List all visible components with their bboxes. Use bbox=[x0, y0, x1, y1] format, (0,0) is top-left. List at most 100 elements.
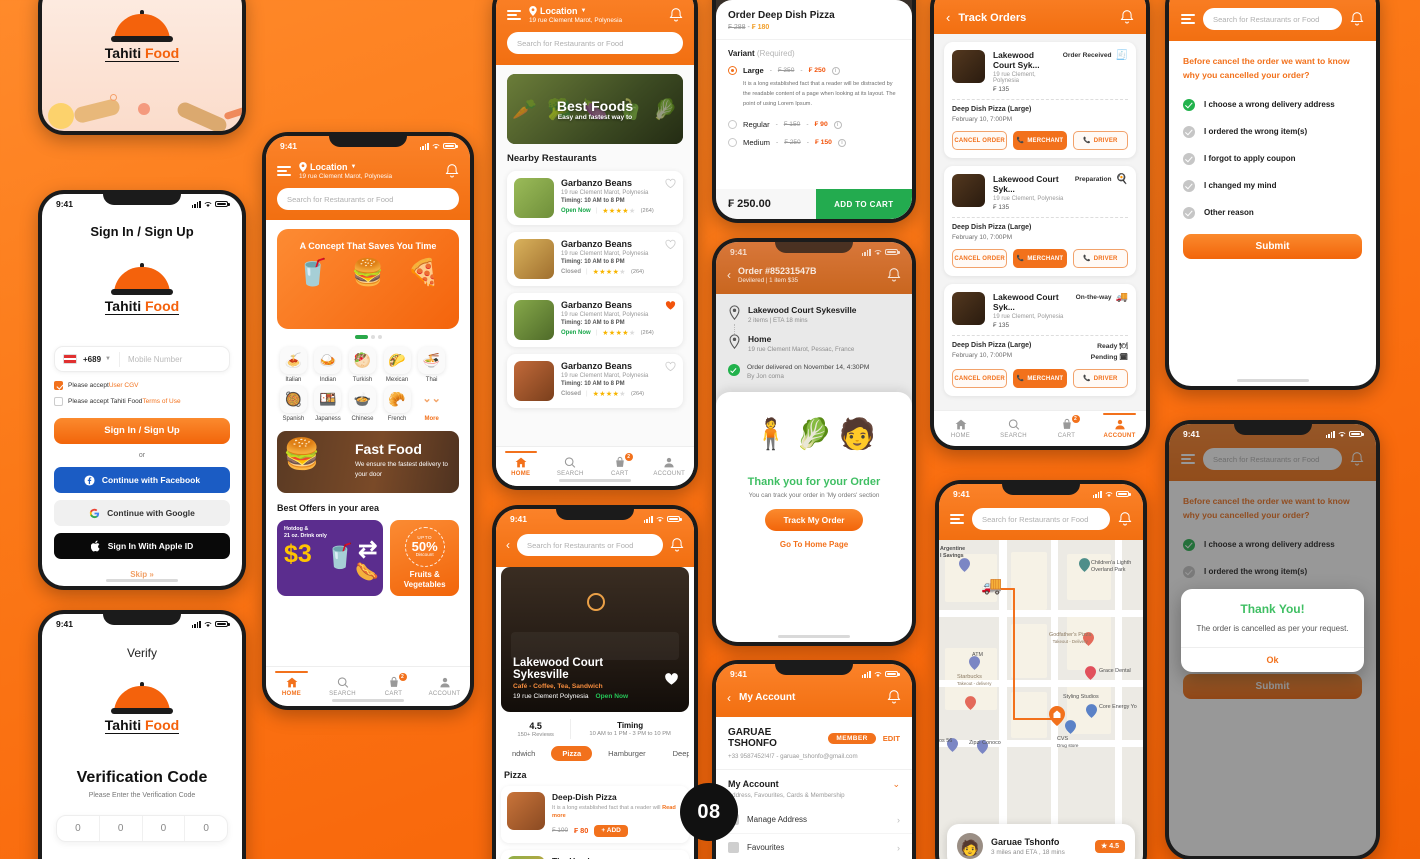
terms-link[interactable]: Terms of Use bbox=[142, 398, 180, 405]
row-favourites[interactable]: Favourites › bbox=[716, 834, 912, 859]
reason-changed-mind[interactable]: I changed my mind bbox=[1183, 179, 1362, 192]
bell-icon[interactable] bbox=[1118, 511, 1132, 527]
category-spanish[interactable]: 🥘 Spanish bbox=[277, 386, 310, 422]
otp-digit-4[interactable]: 0 bbox=[185, 816, 227, 841]
nav-search[interactable]: SEARCH bbox=[546, 456, 596, 477]
user-cgv-link[interactable]: User CGV bbox=[109, 382, 139, 389]
search-input[interactable]: Search for Restaurants or Food bbox=[1203, 8, 1342, 30]
cancel-order-button[interactable]: CANCEL ORDER bbox=[952, 369, 1008, 388]
bell-icon[interactable] bbox=[670, 537, 684, 553]
nav-home[interactable]: HOME bbox=[266, 671, 317, 697]
merchant-button[interactable]: 📞 MERCHANT bbox=[1013, 369, 1067, 388]
otp-digit-2[interactable]: 0 bbox=[100, 816, 143, 841]
google-button[interactable]: Continue with Google bbox=[54, 500, 230, 526]
nav-cart[interactable]: 2 CART bbox=[1040, 415, 1093, 439]
otp-input-group[interactable]: 0 0 0 0 bbox=[56, 815, 228, 842]
reason-other[interactable]: Other reason bbox=[1183, 206, 1362, 219]
chip-hamburger[interactable]: Hamburger bbox=[597, 746, 657, 761]
bell-icon[interactable] bbox=[669, 7, 683, 23]
track-order-button[interactable]: Track My Order bbox=[765, 509, 863, 531]
ok-button[interactable]: Ok bbox=[1181, 647, 1364, 672]
submit-button[interactable]: Submit bbox=[1183, 233, 1362, 259]
category-thai[interactable]: 🍜 Thai bbox=[415, 347, 448, 383]
order-card[interactable]: Lakewood Court Syk... 19 rue Clement, Po… bbox=[944, 284, 1136, 396]
location-label[interactable]: Location bbox=[540, 6, 578, 16]
reason-forgot-coupon[interactable]: I forgot to apply coupon bbox=[1183, 152, 1362, 165]
home-page-link[interactable]: Go To Home Page bbox=[728, 540, 900, 549]
search-input[interactable]: Search for Restaurants or Food bbox=[972, 508, 1110, 530]
favorite-icon[interactable] bbox=[665, 178, 676, 189]
favorite-icon[interactable] bbox=[665, 300, 676, 311]
back-icon[interactable]: ‹ bbox=[727, 269, 731, 281]
radio-large[interactable] bbox=[728, 66, 737, 75]
nav-home[interactable]: HOME bbox=[934, 418, 987, 439]
nav-cart[interactable]: 2 CART bbox=[368, 673, 419, 697]
restaurant-card[interactable]: Garbanzo Beans 19 rue Clement Marot, Pol… bbox=[507, 232, 683, 286]
offer-card-fruits[interactable]: UPTO 50% Discount Fruits & Vegetables bbox=[390, 520, 459, 596]
check-icon[interactable] bbox=[1183, 152, 1195, 165]
chip-deep-dish-pizza[interactable]: Deep-Dish Pizza bbox=[662, 746, 689, 761]
category-italian[interactable]: 🍝 Italian bbox=[277, 347, 310, 383]
search-input[interactable]: Search for Restaurants or Food bbox=[277, 188, 459, 210]
home-banner[interactable]: A Concept That Saves You Time 🥤 🍔 🍕 bbox=[277, 229, 459, 329]
category-french[interactable]: 🥐 French bbox=[381, 386, 414, 422]
consent-row-2[interactable]: Please accept Tahiti Food Terms of Use bbox=[54, 397, 230, 406]
reason-wrong-address[interactable]: I choose a wrong delivery address bbox=[1183, 98, 1362, 111]
nav-home[interactable]: HOME bbox=[496, 451, 546, 477]
category-mexican[interactable]: 🌮 Mexican bbox=[381, 347, 414, 383]
nav-account[interactable]: ACCOUNT bbox=[1093, 413, 1146, 439]
chevron-down-icon[interactable]: ▼ bbox=[105, 356, 111, 362]
menu-icon[interactable] bbox=[950, 513, 964, 525]
driver-card[interactable]: 🧑 Garuae Tshonfo 3 miles and ETA , 18 mi… bbox=[947, 824, 1135, 859]
restaurant-card[interactable]: Garbanzo Beans 19 rue Clement Marot, Pol… bbox=[507, 354, 683, 408]
category-turkish[interactable]: 🥙 Turkish bbox=[346, 347, 379, 383]
row-manage-address[interactable]: Manage Address › bbox=[716, 806, 912, 834]
category-indian[interactable]: 🍛 Indian bbox=[312, 347, 345, 383]
mobile-number-input[interactable]: Mobile Number bbox=[128, 355, 182, 364]
check-icon[interactable] bbox=[1183, 125, 1195, 138]
bell-icon[interactable] bbox=[445, 163, 459, 179]
chevron-down-icon[interactable]: ▼ bbox=[351, 164, 357, 170]
bell-icon[interactable] bbox=[1120, 10, 1134, 25]
restaurant-card[interactable]: Garbanzo Beans 19 rue Clement Marot, Pol… bbox=[507, 171, 683, 225]
carousel-dots[interactable] bbox=[277, 335, 459, 339]
offer-card-hotdog[interactable]: Hotdog & 21 oz. Drink only $3 🥤 🌭 ⇄ bbox=[277, 520, 384, 596]
menu-icon[interactable] bbox=[507, 9, 521, 21]
radio-medium[interactable] bbox=[728, 138, 737, 148]
account-section[interactable]: My Account Address, Favourites, Cards & … bbox=[716, 770, 912, 806]
category-japaness[interactable]: 🍱 Japaness bbox=[312, 386, 345, 422]
apple-button[interactable]: Sign In With Apple ID bbox=[54, 533, 230, 559]
phone-field[interactable]: +689 ▼ Mobile Number bbox=[54, 346, 230, 372]
chevron-down-icon[interactable]: ⌄ bbox=[892, 779, 900, 790]
category-more[interactable]: ⌄⌄ More bbox=[415, 386, 448, 422]
bell-icon[interactable] bbox=[1350, 11, 1364, 27]
menu-item[interactable]: Deep-Dish Pizza It is a long established… bbox=[501, 786, 689, 843]
menu-icon[interactable] bbox=[277, 165, 291, 177]
back-icon[interactable]: ‹ bbox=[946, 11, 950, 24]
favorite-icon[interactable] bbox=[665, 361, 676, 372]
consent-row-1[interactable]: Please accept User CGV bbox=[54, 381, 230, 390]
info-icon[interactable]: i bbox=[833, 120, 842, 129]
add-button[interactable]: + ADD bbox=[594, 824, 628, 837]
chevron-down-icon[interactable]: ▼ bbox=[581, 8, 587, 14]
info-icon[interactable]: i bbox=[831, 66, 840, 75]
otp-digit-3[interactable]: 0 bbox=[143, 816, 186, 841]
check-icon[interactable] bbox=[1183, 206, 1195, 219]
search-input[interactable]: Search for Restaurants or Food bbox=[517, 534, 663, 556]
consent-checkbox-1[interactable] bbox=[54, 381, 63, 390]
otp-digit-1[interactable]: 0 bbox=[57, 816, 100, 841]
signin-button[interactable]: Sign In / Sign Up bbox=[54, 418, 230, 444]
order-card[interactable]: Lakewood Court Syk... 19 rue Clement, Po… bbox=[944, 42, 1136, 158]
order-card[interactable]: Lakewood Court Syk... 19 rue Clement, Po… bbox=[944, 166, 1136, 276]
edit-button[interactable]: EDIT bbox=[883, 734, 900, 743]
reason-wrong-item[interactable]: I ordered the wrong item(s) bbox=[1183, 125, 1362, 138]
menu-icon[interactable] bbox=[1181, 13, 1195, 25]
nav-account[interactable]: ACCOUNT bbox=[419, 676, 470, 697]
variant-option-medium[interactable]: Medium - ₣ 250 - ₣ 150 i bbox=[728, 138, 900, 148]
nav-account[interactable]: ACCOUNT bbox=[645, 456, 695, 477]
cancel-order-button[interactable]: CANCEL ORDER bbox=[952, 249, 1008, 268]
variant-option-regular[interactable]: Regular - ₣ 150 - ₣ 90 i bbox=[728, 120, 900, 130]
fastfood-banner[interactable]: 🍔 Fast Food We ensure the fastest delive… bbox=[277, 431, 459, 493]
category-chinese[interactable]: 🍲 Chinese bbox=[346, 386, 379, 422]
back-icon[interactable]: ‹ bbox=[727, 692, 731, 704]
